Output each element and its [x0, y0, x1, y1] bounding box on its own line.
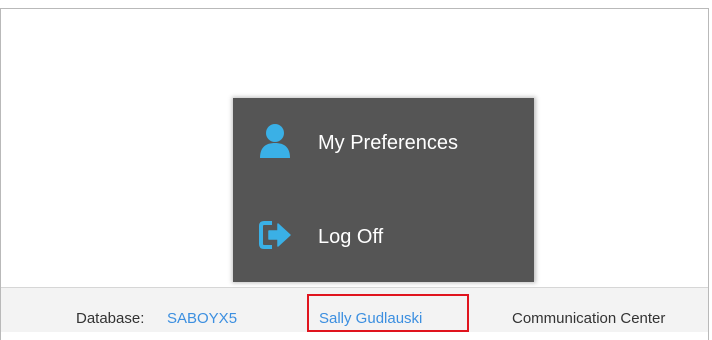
- user-icon: [258, 123, 292, 159]
- status-bar: Database: SABOYX5 Sally Gudlauski Commun…: [1, 287, 708, 332]
- user-name-link[interactable]: Sally Gudlauski: [319, 310, 422, 328]
- user-dropdown-menu: My Preferences Log Off: [233, 98, 534, 282]
- database-label: Database:: [76, 310, 145, 327]
- communication-center-link[interactable]: Communication Center: [512, 310, 665, 328]
- menu-item-label: My Preferences: [318, 132, 459, 154]
- database-link[interactable]: SABOYX5: [167, 310, 237, 328]
- logoff-icon: [258, 217, 292, 253]
- menu-item-log-off[interactable]: Log Off: [233, 200, 534, 270]
- menu-item-label: Log Off: [318, 226, 384, 248]
- menu-item-my-preferences[interactable]: My Preferences: [233, 106, 534, 176]
